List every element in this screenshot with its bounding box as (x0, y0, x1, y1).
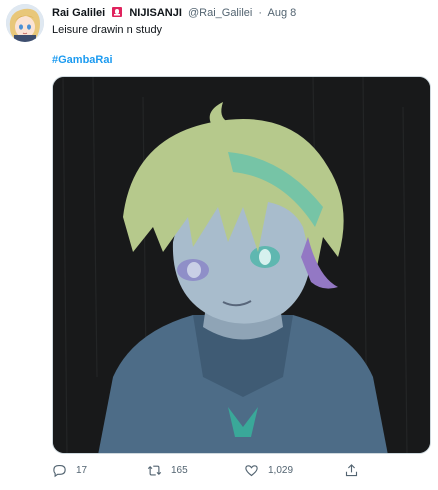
reply-icon (53, 464, 66, 477)
reply-button[interactable]: 17 (52, 460, 87, 480)
tweet-media-image[interactable] (52, 76, 431, 454)
display-name[interactable]: Rai Galilei (52, 7, 105, 19)
tweet-header: Rai Galilei NIJISANJI @Rai_Galilei · Aug… (52, 5, 432, 21)
tweet-actions: 17 165 1,029 (52, 460, 412, 480)
retweet-icon (147, 465, 162, 475)
tweet-text: Leisure drawin n study (52, 24, 163, 36)
drawing-illustration (53, 77, 430, 453)
tweet-date[interactable]: Aug 8 (268, 7, 297, 19)
avatar[interactable] (6, 4, 44, 42)
share-icon (345, 463, 358, 476)
separator-dot: · (258, 7, 263, 19)
heart-icon (245, 464, 258, 476)
tweet-card[interactable]: Rai Galilei NIJISANJI @Rai_Galilei · Aug… (0, 0, 438, 490)
like-button[interactable]: 1,029 (244, 460, 293, 480)
retweet-button[interactable]: 165 (147, 460, 188, 480)
anime-avatar-icon (6, 4, 44, 42)
reply-count: 17 (76, 464, 88, 476)
user-handle[interactable]: @Rai_Galilei (188, 7, 252, 19)
siren-emoji-icon (111, 6, 123, 18)
hashtag-link[interactable]: #GambaRai (52, 53, 113, 67)
share-button[interactable] (344, 460, 368, 480)
like-count: 1,029 (268, 464, 294, 476)
org-name[interactable]: NIJISANJI (129, 7, 182, 19)
retweet-count: 165 (171, 464, 188, 476)
